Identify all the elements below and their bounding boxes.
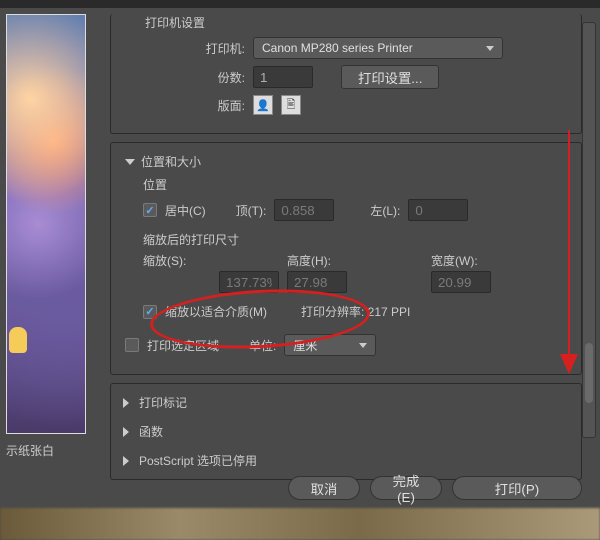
functions-section[interactable]: 函数 xyxy=(119,417,573,446)
position-size-header[interactable]: 位置和大小 xyxy=(125,153,567,170)
chevron-down-icon xyxy=(125,159,135,165)
collapsed-sections-group: 打印标记 函数 PostScript 选项已停用 xyxy=(110,383,582,480)
left-input[interactable] xyxy=(408,199,468,221)
print-settings-button[interactable]: 打印设置... xyxy=(341,65,439,89)
left-label: 左(L): xyxy=(370,202,400,219)
position-size-title: 位置和大小 xyxy=(141,153,201,170)
preview-column: 示纸张白 xyxy=(0,8,100,508)
print-selected-label: 打印选定区域 xyxy=(147,337,219,354)
scale-input[interactable] xyxy=(219,271,279,293)
center-label: 居中(C) xyxy=(165,202,206,219)
settings-column: 打印机设置 打印机: Canon MP280 series Printer 份数… xyxy=(100,8,600,508)
fit-media-label: 缩放以适合介质(M) xyxy=(165,303,267,320)
chevron-right-icon xyxy=(123,456,129,466)
done-button[interactable]: 完成(E) xyxy=(370,476,442,500)
printer-settings-title: 打印机设置 xyxy=(145,14,205,31)
desktop-background-strip xyxy=(0,508,600,540)
print-marks-section[interactable]: 打印标记 xyxy=(119,388,573,417)
print-button[interactable]: 打印(P) xyxy=(452,476,582,500)
scrollbar-track[interactable] xyxy=(582,22,596,438)
units-value: 厘米 xyxy=(293,337,317,354)
copies-label: 份数: xyxy=(185,69,245,86)
chevron-right-icon xyxy=(123,427,129,437)
print-resolution-label: 打印分辨率: 217 PPI xyxy=(301,303,410,320)
units-select[interactable]: 厘米 xyxy=(284,334,376,356)
scale-label: 缩放(S): xyxy=(143,252,279,269)
scaled-size-subtitle: 缩放后的打印尺寸 xyxy=(143,231,567,248)
scrollbar-thumb[interactable] xyxy=(585,343,593,403)
print-marks-label: 打印标记 xyxy=(139,394,187,411)
printer-label: 打印机: xyxy=(185,40,245,57)
layout-label: 版面: xyxy=(185,97,245,114)
width-input[interactable] xyxy=(431,271,491,293)
window-titlebar-fragment xyxy=(0,0,600,8)
postscript-section[interactable]: PostScript 选项已停用 xyxy=(119,446,573,475)
top-input[interactable] xyxy=(274,199,334,221)
position-size-group: 位置和大小 位置 居中(C) 顶(T): 左(L): 缩放后的打印尺寸 缩放(S… xyxy=(110,142,582,375)
units-label: 单位: xyxy=(249,337,276,354)
center-checkbox[interactable] xyxy=(143,203,157,217)
postscript-label: PostScript 选项已停用 xyxy=(139,452,257,469)
functions-label: 函数 xyxy=(139,423,163,440)
layout-landscape-icon[interactable]: 🖹 xyxy=(281,95,301,115)
preview-caption: 示纸张白 xyxy=(6,442,100,459)
cancel-button[interactable]: 取消 xyxy=(288,476,360,500)
print-selected-checkbox[interactable] xyxy=(125,338,139,352)
top-label: 顶(T): xyxy=(236,202,267,219)
height-input[interactable] xyxy=(287,271,347,293)
fit-media-checkbox[interactable] xyxy=(143,305,157,319)
main-area: 示纸张白 打印机设置 打印机: Canon MP280 series Print… xyxy=(0,8,600,508)
printer-select[interactable]: Canon MP280 series Printer xyxy=(253,37,503,59)
printer-settings-group: 打印机设置 打印机: Canon MP280 series Printer 份数… xyxy=(110,14,582,134)
copies-input[interactable] xyxy=(253,66,313,88)
layout-portrait-icon[interactable]: 👤 xyxy=(253,95,273,115)
footer-buttons: 取消 完成(E) 打印(P) xyxy=(288,476,582,500)
print-preview-image xyxy=(6,14,86,434)
chevron-right-icon xyxy=(123,398,129,408)
width-label: 宽度(W): xyxy=(431,252,567,269)
printer-select-value: Canon MP280 series Printer xyxy=(262,41,413,55)
position-subtitle: 位置 xyxy=(143,176,567,193)
height-label: 高度(H): xyxy=(287,252,423,269)
